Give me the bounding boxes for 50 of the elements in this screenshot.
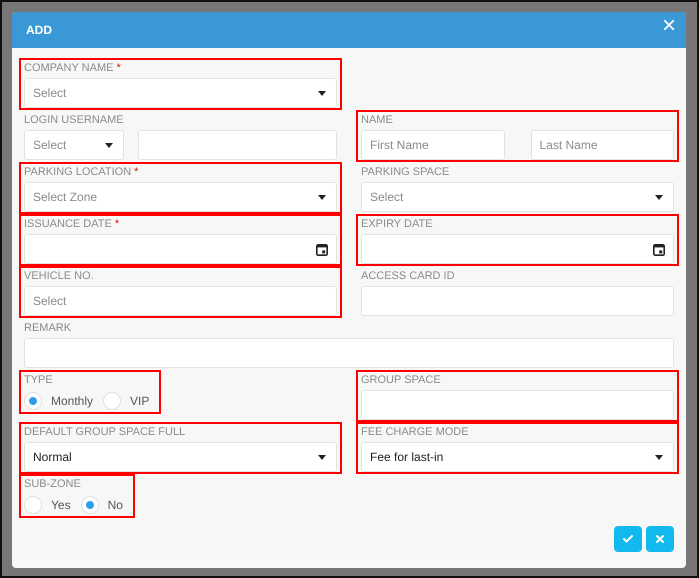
field-label: NAME — [361, 113, 394, 128]
date-field[interactable] — [361, 234, 674, 264]
field-label: SUB-ZONE — [24, 477, 82, 492]
field-label: ACCESS CARD ID — [361, 269, 456, 284]
input-field[interactable] — [138, 130, 337, 160]
field-label: EXPIRY DATE — [361, 217, 434, 232]
date-field[interactable] — [24, 234, 337, 264]
field-label: GROUP SPACE — [361, 373, 442, 388]
field-label: REMARK — [24, 321, 72, 336]
check-icon — [622, 533, 634, 545]
required-mark: * — [134, 166, 138, 178]
dropdown-field[interactable]: Normal — [24, 442, 337, 472]
radio-button[interactable] — [103, 392, 122, 410]
close-icon — [654, 533, 666, 545]
caret-icon — [105, 142, 113, 148]
radio-button[interactable] — [80, 496, 99, 514]
caret-icon — [655, 194, 663, 200]
calendar-icon[interactable] — [316, 242, 328, 256]
field-label: PARKING LOCATION * — [24, 165, 140, 180]
radio-option[interactable]: Monthly — [24, 392, 94, 410]
field-label: TYPE — [24, 373, 54, 388]
dialog-title: ADD — [26, 23, 52, 37]
field-label: PARKING SPACE — [361, 165, 450, 180]
radio-option[interactable]: No — [80, 496, 123, 514]
caret-icon — [318, 454, 326, 460]
radio-option[interactable]: Yes — [24, 496, 71, 514]
input-field[interactable] — [361, 390, 674, 420]
input-field[interactable] — [24, 338, 674, 368]
caret-icon — [318, 90, 326, 96]
dropdown-field[interactable]: Fee for last-in — [361, 442, 674, 472]
input-field[interactable] — [361, 286, 674, 316]
field-label: ISSUANCE DATE * — [24, 217, 120, 232]
radio-option[interactable]: VIP — [103, 392, 150, 410]
confirm-button[interactable] — [614, 526, 642, 552]
required-mark: * — [114, 218, 120, 230]
required-mark: * — [116, 62, 121, 74]
field-label: FEE CHARGE MODE — [361, 425, 470, 440]
input-field[interactable]: Last Name — [530, 130, 674, 160]
radio-button[interactable] — [24, 392, 42, 410]
field-label: LOGIN USERNAME — [24, 113, 125, 128]
cancel-button[interactable] — [646, 526, 674, 552]
field-label: DEFAULT GROUP SPACE FULL — [24, 425, 186, 440]
field-label: VEHICLE NO. — [24, 269, 95, 284]
field-label: COMPANY NAME * — [24, 61, 122, 76]
caret-icon — [318, 194, 326, 200]
caret-icon — [655, 454, 663, 460]
input-field[interactable]: First Name — [361, 130, 504, 160]
calendar-icon[interactable] — [653, 242, 665, 256]
input-field[interactable]: Select — [24, 286, 337, 316]
radio-button[interactable] — [24, 496, 42, 514]
